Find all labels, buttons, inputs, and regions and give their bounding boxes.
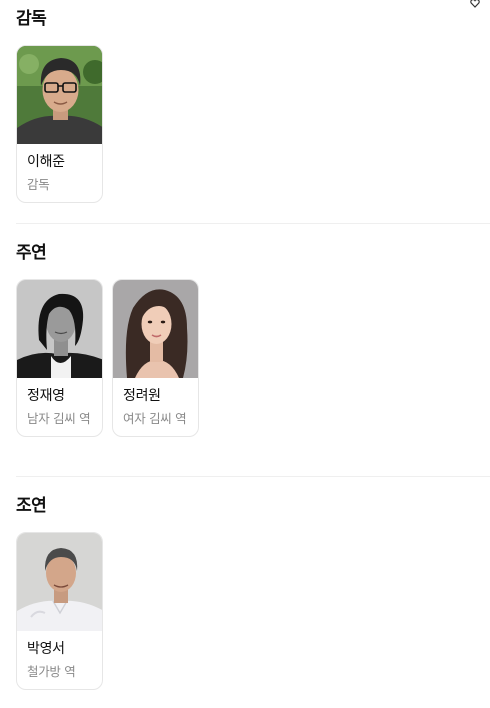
person-card[interactable]: 정재영 남자 김씨 역: [16, 279, 103, 437]
person-name: 이해준: [27, 154, 65, 170]
person-photo: [113, 280, 198, 378]
person-photo: [17, 280, 102, 378]
section-leading: 주연 정재영 남자 김씨 역 정려원 여자 김씨 역: [16, 241, 490, 437]
person-role: 감독: [27, 177, 50, 192]
section-divider: [16, 223, 490, 224]
person-role: 철가방 역: [27, 664, 76, 679]
card-list-supporting: 박영서 철가방 역: [16, 532, 490, 690]
section-divider: [16, 476, 490, 477]
person-photo: [17, 46, 102, 144]
person-role: 여자 김씨 역: [123, 411, 187, 426]
person-name: 정재영: [27, 388, 65, 404]
person-card[interactable]: 정려원 여자 김씨 역: [112, 279, 199, 437]
section-title-leading: 주연: [16, 243, 47, 263]
section-title-supporting: 조연: [16, 496, 47, 516]
person-name: 정려원: [123, 388, 161, 404]
section-title-director: 감독: [16, 9, 47, 29]
section-director: 감독 이해준 감독: [16, 7, 490, 203]
person-role: 남자 김씨 역: [27, 411, 91, 426]
person-photo: [17, 533, 102, 631]
person-card[interactable]: 박영서 철가방 역: [16, 532, 103, 690]
person-name: 박영서: [27, 641, 65, 657]
person-card[interactable]: 이해준 감독: [16, 45, 103, 203]
card-list-leading: 정재영 남자 김씨 역 정려원 여자 김씨 역: [16, 279, 490, 437]
section-supporting: 조연 박영서 철가방 역: [16, 494, 490, 690]
card-list-director: 이해준 감독: [16, 45, 490, 203]
